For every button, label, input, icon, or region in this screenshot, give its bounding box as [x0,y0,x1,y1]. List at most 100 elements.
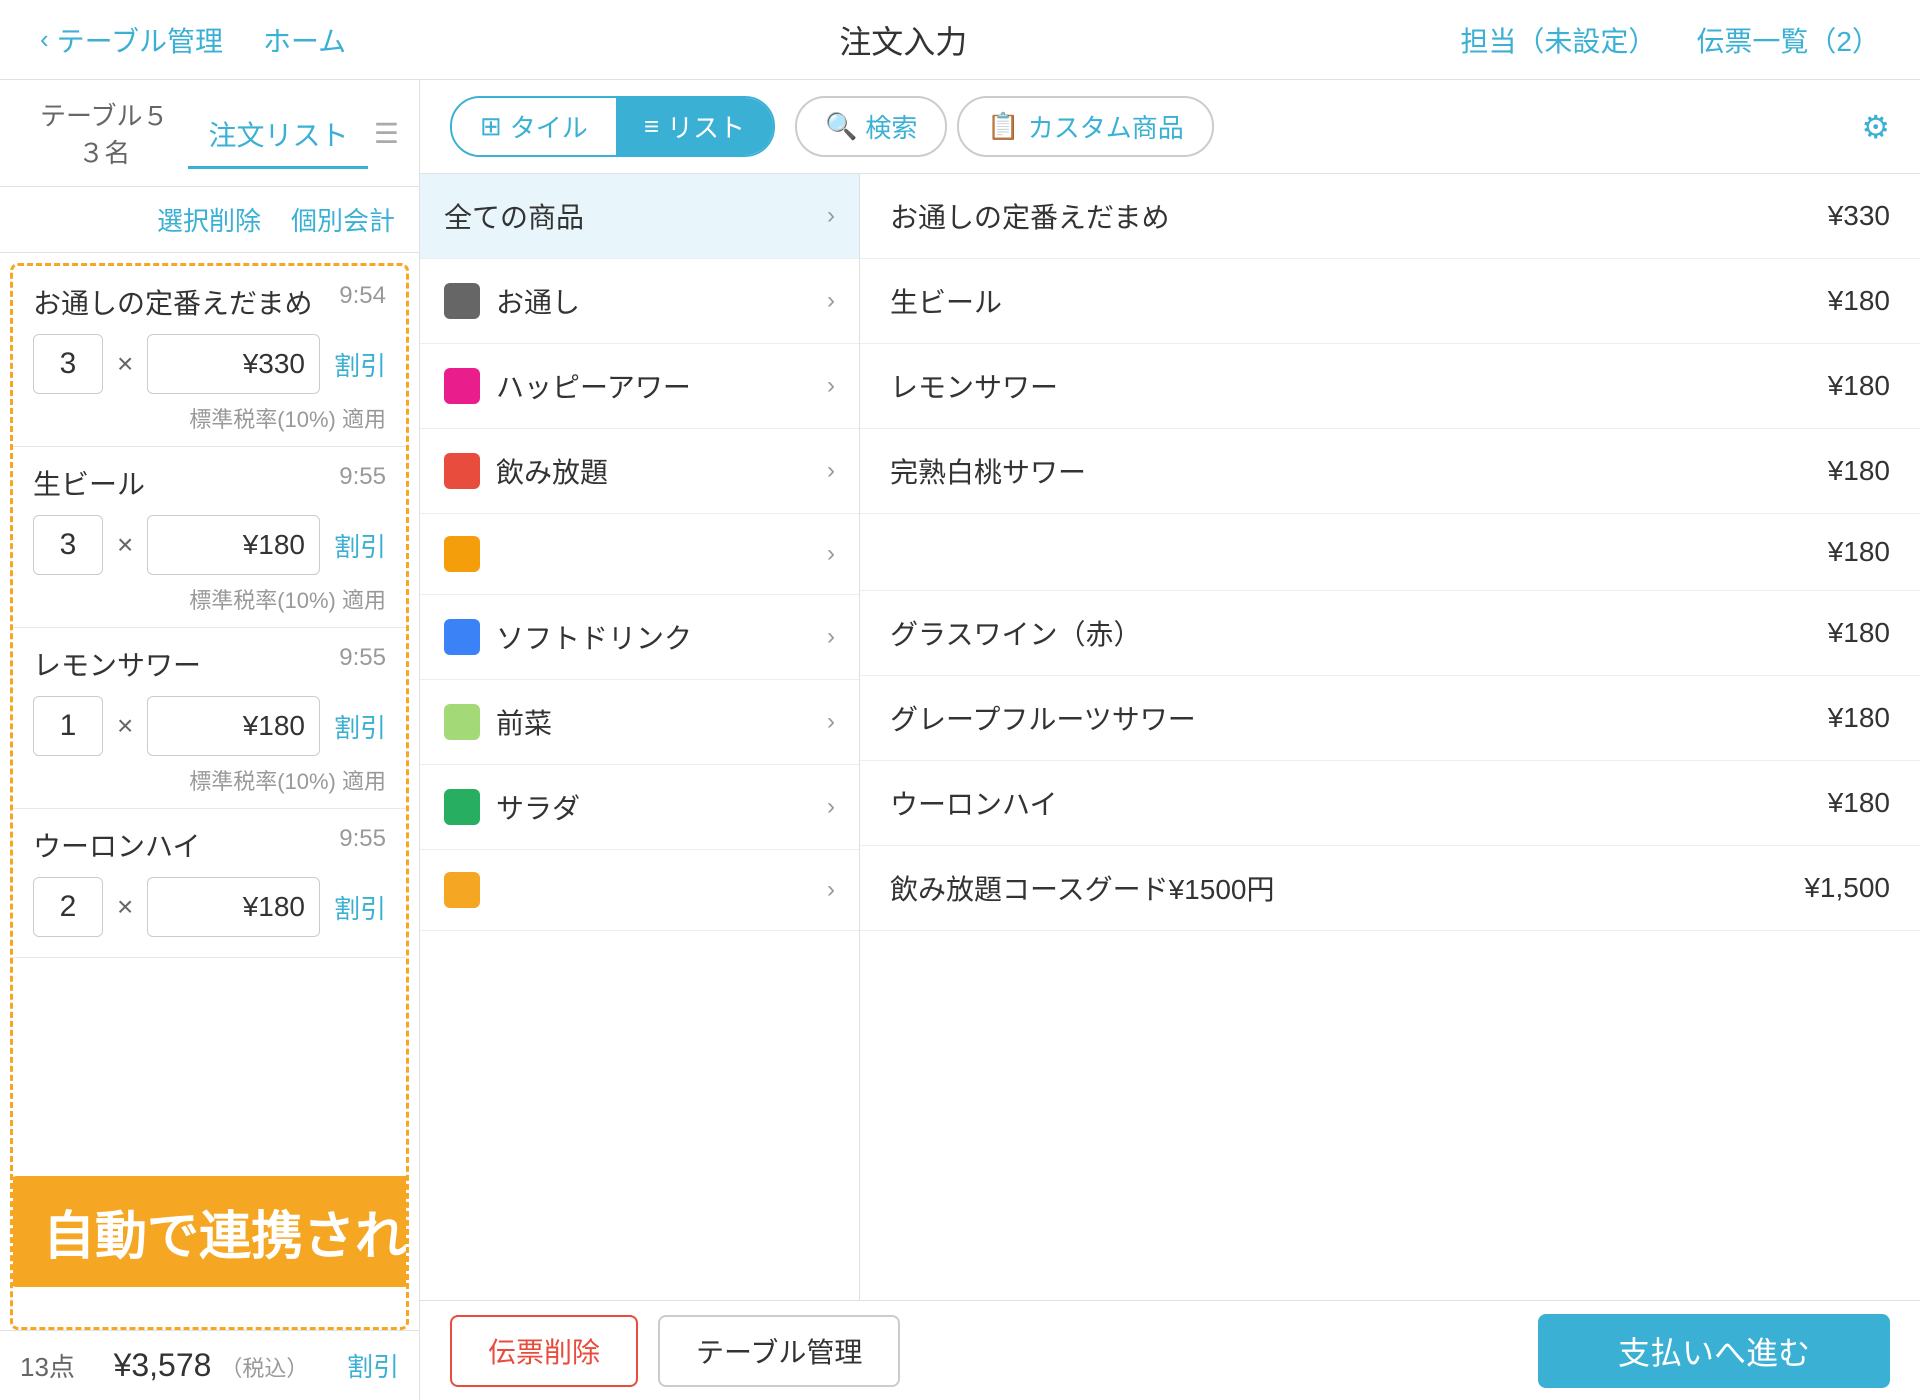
quantity-input[interactable]: 2 [33,877,103,937]
product-price: ¥180 [1828,702,1890,734]
quantity-input[interactable]: 1 [33,696,103,756]
home-link[interactable]: ホーム [263,20,346,60]
tab-table[interactable]: テーブル５ ３名 [20,96,188,186]
product-name: レモンサワー [890,366,1058,406]
receipt-label[interactable]: 伝票一覧（2） [1696,20,1880,60]
category-list: 全ての商品 › お通し › ハッピーアワー › 飲み放題 › [420,174,860,1300]
select-delete-button[interactable]: 選択削除 [157,201,261,238]
tile-label: タイル [510,108,588,145]
chevron-right-icon: › [827,876,835,904]
chevron-right-icon: › [827,708,835,736]
delete-receipt-button[interactable]: 伝票削除 [450,1315,638,1387]
product-item[interactable]: お通しの定番えだまめ ¥330 [860,174,1920,259]
page-title: 注文入力 [346,17,1460,63]
product-name: お通しの定番えだまめ [890,196,1169,236]
back-button[interactable]: ‹ テーブル管理 [40,20,223,60]
view-toggle: ⊞ タイル ≡ リスト [450,96,775,157]
category-color-icon [444,536,480,572]
left-footer: 13点 ¥3,578 （税込） 割引 [0,1330,419,1400]
order-item-time: 9:55 [339,463,386,491]
price-input[interactable]: ¥330 [147,334,320,394]
discount-button[interactable]: 割引 [334,708,386,745]
product-item[interactable]: 飲み放題コースグード¥1500円 ¥1,500 [860,846,1920,931]
product-price: ¥180 [1828,617,1890,649]
category-name: 全ての商品 [444,196,811,236]
order-item-header: お通しの定番えだまめ 9:54 [33,282,386,322]
quantity-input[interactable]: 3 [33,515,103,575]
discount-button[interactable]: 割引 [334,346,386,383]
order-item-row: 1 × ¥180 割引 [33,696,386,756]
multiply-sign: × [117,710,133,742]
search-label: 検索 [865,108,917,145]
total-discount-button[interactable]: 割引 [347,1347,399,1384]
product-price: ¥180 [1828,285,1890,317]
category-item[interactable]: ソフトドリンク › [420,595,859,680]
product-name: グラスワイン（赤） [890,613,1141,653]
product-item[interactable]: グラスワイン（赤） ¥180 [860,591,1920,676]
order-item-row: 3 × ¥330 割引 [33,334,386,394]
discount-button[interactable]: 割引 [334,889,386,926]
order-item: ウーロンハイ 9:55 2 × ¥180 割引 [13,809,406,958]
search-button[interactable]: 🔍 検索 [795,96,947,157]
left-actions: 選択削除 個別会計 [0,187,419,253]
gear-icon: ⚙ [1861,109,1890,145]
right-content: 全ての商品 › お通し › ハッピーアワー › 飲み放題 › [420,174,1920,1300]
product-item[interactable]: 完熟白桃サワー ¥180 [860,429,1920,514]
receipt-icon[interactable]: ☰ [374,117,399,166]
order-item-header: ウーロンハイ 9:55 [33,825,386,865]
discount-button[interactable]: 割引 [334,527,386,564]
order-item-time: 9:55 [339,825,386,853]
tab-orders[interactable]: 注文リスト [188,114,368,169]
order-item: お通しの定番えだまめ 9:54 3 × ¥330 割引 標準税率(10%) 適用 [13,266,406,447]
product-item[interactable]: レモンサワー ¥180 [860,344,1920,429]
category-item[interactable]: サラダ › [420,765,859,850]
product-price: ¥1,500 [1804,872,1890,904]
custom-product-button[interactable]: 📋 カスタム商品 [957,96,1213,157]
tax-label: （税込） [220,1356,308,1381]
quantity-input[interactable]: 3 [33,334,103,394]
price-input[interactable]: ¥180 [147,515,320,575]
product-name: 完熟白桃サワー [890,451,1086,491]
product-name: 生ビール [890,281,1002,321]
chevron-right-icon: › [827,457,835,485]
category-item[interactable]: お通し › [420,259,859,344]
bottom-bar: 伝票削除 テーブル管理 支払いへ進む [420,1300,1920,1400]
chevron-left-icon: ‹ [40,24,49,55]
table-manage-button[interactable]: テーブル管理 [658,1315,900,1387]
pay-button[interactable]: 支払いへ進む [1538,1314,1890,1388]
category-color-icon [444,619,480,655]
separate-bill-button[interactable]: 個別会計 [291,201,395,238]
order-list: お通しの定番えだまめ 9:54 3 × ¥330 割引 標準税率(10%) 適用… [10,263,409,1330]
order-item-header: レモンサワー 9:55 [33,644,386,684]
category-item[interactable]: 飲み放題 › [420,429,859,514]
tax-note: 標準税率(10%) 適用 [33,583,386,615]
product-item[interactable]: 生ビール ¥180 [860,259,1920,344]
tax-note: 標準税率(10%) 適用 [33,402,386,434]
staff-label[interactable]: 担当（未設定） [1460,20,1656,60]
product-item[interactable]: グレープフルーツサワー ¥180 [860,676,1920,761]
calendar-icon: 📋 [987,111,1019,142]
price-input[interactable]: ¥180 [147,877,320,937]
category-color-icon [444,789,480,825]
category-name: ソフトドリンク [496,617,811,657]
order-item-time: 9:54 [339,282,386,310]
price-input[interactable]: ¥180 [147,696,320,756]
tile-icon: ⊞ [480,111,502,142]
order-item-row: 3 × ¥180 割引 [33,515,386,575]
settings-button[interactable]: ⚙ [1861,108,1890,146]
category-item[interactable]: › [420,850,859,931]
chevron-right-icon: › [827,372,835,400]
right-toolbar: ⊞ タイル ≡ リスト 🔍 検索 📋 カスタム商品 ⚙ [420,80,1920,174]
category-item[interactable]: ハッピーアワー › [420,344,859,429]
tile-view-button[interactable]: ⊞ タイル [452,98,616,155]
list-view-button[interactable]: ≡ リスト [616,98,773,155]
category-item[interactable]: 前菜 › [420,680,859,765]
category-item[interactable]: 全ての商品 › [420,174,859,259]
category-color-icon [444,872,480,908]
product-item[interactable]: ¥180 [860,514,1920,591]
total-amount: ¥3,578 [114,1347,212,1383]
category-item[interactable]: › [420,514,859,595]
chevron-right-icon: › [827,540,835,568]
product-item[interactable]: ウーロンハイ ¥180 [860,761,1920,846]
order-item-name: ウーロンハイ [33,825,200,865]
